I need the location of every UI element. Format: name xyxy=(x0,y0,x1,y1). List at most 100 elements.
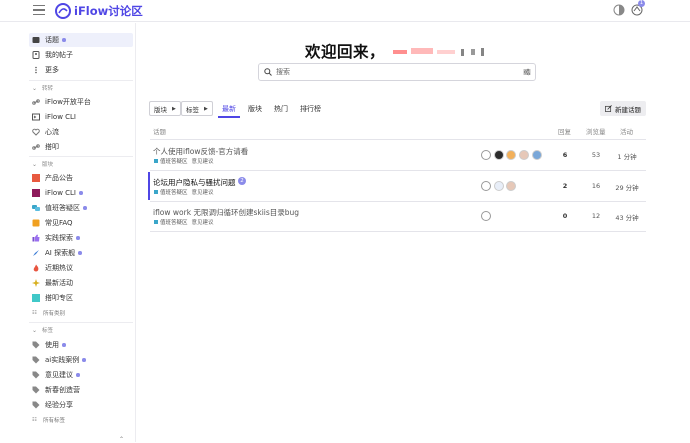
poster-avatar[interactable] xyxy=(494,150,504,160)
list-icon: ☷ xyxy=(32,310,37,316)
brand-title[interactable]: iFlow讨论区 xyxy=(74,3,143,19)
tab-latest[interactable]: 最新 xyxy=(222,104,236,114)
activity-time[interactable]: 1 分钟 xyxy=(612,151,642,161)
sidebar-item-announcements[interactable]: 产品公告 xyxy=(29,171,133,185)
poster-avatar[interactable] xyxy=(481,211,491,221)
notification-badge[interactable]: 1 xyxy=(638,0,645,7)
column-views[interactable]: 浏览量 xyxy=(586,126,606,136)
topic-title-link[interactable]: 论坛用户隐私与骚扰问题 xyxy=(153,177,236,188)
column-topic[interactable]: 话题 xyxy=(153,126,166,136)
topic-category-link[interactable]: 值班答疑区 xyxy=(160,218,188,226)
poster-avatar[interactable] xyxy=(481,181,491,191)
poster-avatar[interactable] xyxy=(494,181,504,191)
sidebar-tag-usage[interactable]: 使用 xyxy=(29,338,133,352)
sidebar-item-qa[interactable]: 值班答疑区 xyxy=(29,201,133,215)
welcome-text: 欢迎回来， xyxy=(305,43,386,61)
chevron-down-icon: ⌄ xyxy=(32,160,38,168)
sidebar-section-categories-header[interactable]: ⌄ 版块 xyxy=(32,160,53,169)
iflow-logo-icon[interactable] xyxy=(55,3,71,19)
sidebar-item-label: iFlow CLI xyxy=(45,189,77,197)
tab-hot[interactable]: 热门 xyxy=(274,104,288,114)
poster-avatar[interactable] xyxy=(532,150,542,160)
more-icon xyxy=(35,66,37,74)
activity-time[interactable]: 29 分钟 xyxy=(612,182,642,192)
tag-icon xyxy=(32,341,40,349)
sidebar-item-label: 经验分享 xyxy=(45,401,73,409)
all-tags-link[interactable]: ☷ 所有标签 xyxy=(32,416,65,424)
rocket-icon xyxy=(33,250,39,256)
view-count: 12 xyxy=(591,212,601,220)
topic-meta: 值班答疑区 意见建议 xyxy=(154,157,214,165)
topic-meta: 值班答疑区 意见建议 xyxy=(154,188,214,196)
hamburger-menu-icon[interactable] xyxy=(33,5,45,16)
section-title: 转转 xyxy=(42,86,54,92)
category-filter-dropdown[interactable]: 版块 ▶ xyxy=(149,101,181,116)
new-topic-button[interactable]: 新建话题 xyxy=(600,101,646,116)
sidebar-item-dakou-zone[interactable]: 搭叩专区 xyxy=(29,291,133,305)
topics-icon xyxy=(32,37,40,43)
terminal-icon xyxy=(32,113,40,121)
sidebar-item-iflow-platform[interactable]: iFlow开放平台 xyxy=(29,95,133,109)
sidebar-item-more[interactable]: 更多 xyxy=(29,63,133,77)
sidebar-item-label: 最新活动 xyxy=(45,279,73,287)
sidebar-item-my-posts[interactable]: 我的帖子 xyxy=(29,48,133,62)
sidebar-item-faq[interactable]: 常见FAQ xyxy=(29,216,133,230)
sidebar-item-topics[interactable]: 话题 xyxy=(29,33,133,47)
topic-title-link[interactable]: 个人使用iflow反馈-官方请看 xyxy=(153,146,248,157)
poster-avatar[interactable] xyxy=(506,181,516,191)
sidebar-item-events[interactable]: 最新活动 xyxy=(29,276,133,290)
sidebar-item-ai-explorer[interactable]: AI 探索舰 xyxy=(29,246,133,260)
sidebar-tag-spring-camp[interactable]: 新春创造营 xyxy=(29,383,133,397)
sidebar-tag-experience[interactable]: 经验分享 xyxy=(29,398,133,412)
sidebar-item-hot[interactable]: 近期热议 xyxy=(29,261,133,275)
tab-leaderboard[interactable]: 排行榜 xyxy=(300,104,321,114)
search-input[interactable]: 搜索 xyxy=(258,63,536,81)
topic-tag-link[interactable]: 意见建议 xyxy=(192,218,214,226)
topic-meta: 值班答疑区 意见建议 xyxy=(154,218,214,226)
search-icon xyxy=(264,68,272,76)
sidebar-item-label: ai实践案例 xyxy=(45,356,80,364)
column-replies[interactable]: 回复 xyxy=(558,126,571,136)
sidebar-section-links-header[interactable]: ⌄ 转转 xyxy=(32,84,54,93)
link-icon xyxy=(32,99,40,105)
poster-avatar[interactable] xyxy=(481,150,491,160)
new-posts-badge[interactable]: 2 xyxy=(238,177,246,185)
welcome-heading: 欢迎回来， xyxy=(305,40,491,62)
thumb-icon xyxy=(32,234,40,242)
search-placeholder: 搜索 xyxy=(276,68,290,76)
poster-avatar[interactable] xyxy=(506,150,516,160)
sidebar-item-label: 意见建议 xyxy=(45,371,73,379)
tag-filter-dropdown[interactable]: 标签 ▶ xyxy=(181,101,213,116)
sidebar-item-iflow-cli[interactable]: iFlow CLI xyxy=(29,186,133,200)
sidebar-item-label: 搭叩专区 xyxy=(45,294,73,302)
filter-settings-icon[interactable] xyxy=(523,68,531,76)
sidebar-item-label: 产品公告 xyxy=(45,174,73,182)
sidebar-item-iflow-cli-link[interactable]: iFlow CLI xyxy=(29,110,133,124)
active-tab-indicator xyxy=(218,116,240,118)
tag-icon xyxy=(32,371,40,379)
sidebar-tag-feedback[interactable]: 意见建议 xyxy=(29,368,133,382)
all-categories-link[interactable]: ☷ 所有类别 xyxy=(32,309,65,317)
sidebar-section-tags-header[interactable]: ⌄ 标签 xyxy=(32,326,53,335)
tab-categories[interactable]: 版块 xyxy=(248,104,262,114)
tag-icon xyxy=(32,401,40,409)
redacted-username xyxy=(392,48,484,56)
sidebar-item-label: 搭叩 xyxy=(45,143,59,151)
topic-title-link[interactable]: iflow work 无限调归循环创建skiis目录bug xyxy=(153,207,299,218)
sidebar-item-dakou[interactable]: 搭叩 xyxy=(29,140,133,154)
theme-toggle-icon[interactable] xyxy=(613,4,625,16)
column-activity[interactable]: 活动 xyxy=(620,126,633,136)
poster-avatar[interactable] xyxy=(519,150,529,160)
table-row-divider xyxy=(150,201,646,202)
topic-category-link[interactable]: 值班答疑区 xyxy=(160,157,188,165)
topic-tag-link[interactable]: 意见建议 xyxy=(192,157,214,165)
category-filter-label: 版块 xyxy=(154,105,167,114)
sidebar-tag-ai-cases[interactable]: ai实践案例 xyxy=(29,353,133,367)
activity-time[interactable]: 43 分钟 xyxy=(612,212,642,222)
topic-tag-link[interactable]: 意见建议 xyxy=(192,188,214,196)
sidebar-item-xinliu[interactable]: 心流 xyxy=(29,125,133,139)
sidebar-item-practice[interactable]: 实践探索 xyxy=(29,231,133,245)
square-icon xyxy=(32,174,40,182)
topic-category-link[interactable]: 值班答疑区 xyxy=(160,188,188,196)
sidebar-divider xyxy=(29,156,133,157)
